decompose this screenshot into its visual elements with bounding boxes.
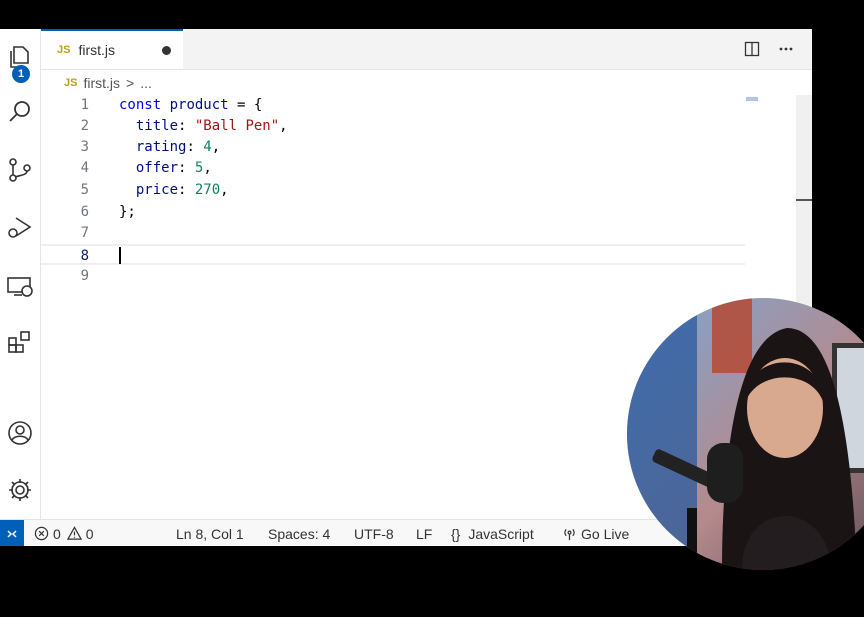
- search-icon: [9, 101, 30, 122]
- split-editor-button[interactable]: [742, 39, 762, 59]
- minimap-indicator: [746, 97, 758, 101]
- breadcrumb-separator: >: [126, 75, 135, 91]
- code-text: offer: 5,: [119, 158, 212, 179]
- remote-explorer-icon: [7, 277, 33, 297]
- tab-bar: JS first.js: [41, 29, 812, 70]
- split-editor-icon: [744, 41, 760, 57]
- line-number: 9: [80, 268, 89, 284]
- line-number: 7: [80, 225, 89, 241]
- code-text: title: "Ball Pen",: [119, 116, 288, 137]
- source-control-button[interactable]: [0, 150, 40, 190]
- explorer-badge: 1: [12, 65, 30, 83]
- braces-icon: {}: [451, 525, 461, 542]
- line-number: 2: [80, 118, 89, 134]
- punctuation-token: :: [178, 160, 195, 176]
- source-control-icon: [9, 158, 31, 182]
- error-icon: [34, 526, 49, 541]
- more-actions-button[interactable]: [776, 39, 796, 59]
- property-token: offer: [135, 160, 179, 176]
- code-line: 7: [41, 223, 796, 244]
- code-line: 6 };: [41, 202, 796, 223]
- javascript-file-icon: JS: [57, 44, 71, 56]
- go-live-label: Go Live: [581, 525, 630, 542]
- code-line: 4 offer: 5,: [41, 158, 796, 179]
- activity-bar: 1: [0, 29, 41, 519]
- problems-indicator[interactable]: 0 0: [34, 520, 94, 546]
- line-number: 1: [80, 97, 89, 113]
- settings-gear-icon: [9, 479, 31, 501]
- breadcrumb-file[interactable]: first.js: [83, 75, 120, 91]
- search-button[interactable]: [0, 92, 40, 132]
- broadcast-icon: [564, 528, 575, 541]
- property-token: title: [135, 118, 179, 134]
- extensions-icon: [8, 331, 30, 353]
- punctuation-token: :: [178, 182, 195, 198]
- explorer-button[interactable]: 1: [0, 37, 40, 83]
- identifier-token: product: [169, 97, 229, 113]
- error-count: 0: [53, 525, 61, 542]
- line-number: 6: [80, 204, 89, 220]
- encoding-indicator[interactable]: UTF-8: [354, 520, 394, 546]
- punctuation-token: = {: [228, 97, 263, 113]
- run-debug-button[interactable]: [0, 207, 40, 247]
- language-label: JavaScript: [468, 525, 534, 542]
- line-number: 4: [80, 160, 89, 176]
- manage-button[interactable]: [0, 470, 40, 510]
- line-number: 5: [80, 182, 89, 198]
- text-cursor: [119, 247, 121, 264]
- punctuation-token: ,: [279, 118, 288, 134]
- code-text: const product = {: [119, 95, 262, 116]
- code-line: 1 const product = {: [41, 95, 796, 116]
- line-number: 3: [80, 139, 89, 155]
- remote-explorer-button[interactable]: [0, 266, 40, 306]
- code-line: 3 rating: 4,: [41, 137, 796, 158]
- account-button[interactable]: [0, 413, 40, 453]
- string-token: "Ball Pen": [194, 118, 280, 134]
- indentation-indicator[interactable]: Spaces: 4: [268, 520, 330, 546]
- property-token: rating: [135, 139, 187, 155]
- code-text: };: [119, 204, 136, 220]
- cursor-position[interactable]: Ln 8, Col 1: [176, 520, 244, 546]
- editor-actions: [742, 39, 796, 59]
- punctuation-token: ,: [203, 160, 212, 176]
- scrollbar-cursor-marker: [796, 199, 812, 201]
- javascript-file-icon: JS: [64, 77, 78, 89]
- current-line: 8: [41, 244, 745, 265]
- code-line: 9: [41, 266, 796, 287]
- remote-icon: [7, 529, 17, 538]
- warning-count: 0: [85, 525, 94, 542]
- tab-title: first.js: [78, 42, 116, 58]
- code-line: 2 title: "Ball Pen",: [41, 116, 796, 137]
- language-mode[interactable]: {} JavaScript: [451, 520, 534, 546]
- warning-icon: [66, 526, 82, 540]
- remote-indicator-button[interactable]: [0, 520, 24, 546]
- breadcrumb: JS first.js > ...: [64, 72, 152, 94]
- number-token: 4: [203, 139, 212, 155]
- punctuation-token: ,: [220, 182, 229, 198]
- account-icon: [8, 421, 32, 445]
- punctuation-token: :: [186, 139, 204, 155]
- keyword-token: const: [119, 97, 162, 113]
- number-token: 270: [194, 182, 221, 198]
- breadcrumb-more[interactable]: ...: [140, 75, 152, 91]
- ellipsis-icon: [779, 47, 793, 51]
- eol-indicator[interactable]: LF: [416, 520, 432, 546]
- punctuation-token: :: [178, 118, 195, 134]
- run-debug-icon: [8, 217, 32, 238]
- punctuation-token: ,: [211, 139, 221, 155]
- tab-first-js[interactable]: JS first.js: [41, 29, 183, 69]
- code-text: price: 270,: [119, 180, 229, 201]
- extensions-button[interactable]: [0, 322, 40, 362]
- code-text: rating: 4,: [119, 137, 220, 158]
- go-live-button[interactable]: Go Live: [562, 520, 629, 546]
- unsaved-dot-icon[interactable]: [162, 46, 171, 55]
- property-token: price: [135, 182, 179, 198]
- line-number: 8: [80, 248, 89, 264]
- code-line: 5 price: 270,: [41, 180, 796, 201]
